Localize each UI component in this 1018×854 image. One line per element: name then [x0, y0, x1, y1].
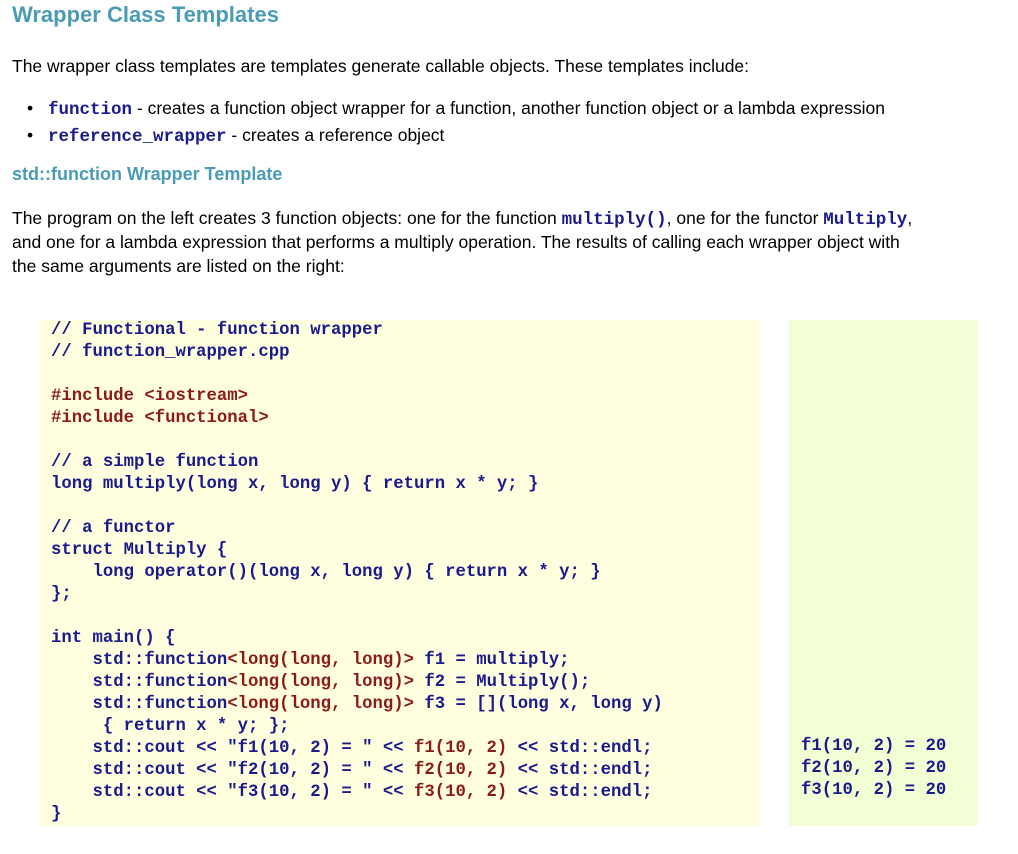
code-line: // a functor — [51, 519, 176, 538]
code-line: }; — [51, 585, 72, 604]
code-line: struct Multiply { — [51, 541, 228, 560]
code-line: // a simple function — [51, 453, 259, 472]
code-line: std::function<long(long, long)> f1 = mul… — [51, 651, 570, 670]
bullet-icon: • — [27, 125, 34, 145]
program-output: f1(10, 2) = 20 f2(10, 2) = 20 f3(10, 2) = … — [801, 736, 946, 802]
code-line: std::function<long(long, long)> f3 = [](… — [51, 695, 663, 714]
code-line: #include <functional> — [51, 409, 269, 428]
list-item-code: reference_wrapper — [48, 127, 227, 147]
desc-text: , — [907, 208, 913, 228]
list-item-text: - creates a reference object — [226, 125, 445, 145]
description-line-3: the same arguments are listed on the rig… — [12, 256, 345, 276]
desc-text: The program on the left creates 3 functi… — [12, 208, 562, 228]
desc-text: , one for the functor — [666, 208, 824, 228]
description-line-2: and one for a lambda expression that per… — [12, 232, 900, 252]
code-line: } — [51, 805, 62, 824]
code-listing-panel: // Functional - function wrapper // funct… — [39, 320, 759, 826]
desc-code-multiply-function: multiply() — [561, 210, 667, 230]
list-item-code: function — [48, 100, 133, 120]
code-line: // Functional - function wrapper — [51, 321, 383, 340]
output-line: f3(10, 2) = 20 — [801, 781, 947, 800]
code-line: long operator()(long x, long y) { return… — [51, 563, 601, 582]
code-line: // function_wrapper.cpp — [51, 343, 290, 362]
code-line: int main() { — [51, 629, 176, 648]
code-line: std::cout << "f2(10, 2) = " << f2(10, 2)… — [51, 761, 653, 780]
bullet-icon: • — [27, 98, 34, 118]
code-line: std::cout << "f1(10, 2) = " << f1(10, 2)… — [51, 739, 653, 758]
code-line: long multiply(long x, long y) { return x… — [51, 475, 539, 494]
template-list: • function - creates a function object wr… — [27, 96, 885, 150]
output-line: f1(10, 2) = 20 — [801, 737, 947, 756]
output-line: f2(10, 2) = 20 — [801, 759, 947, 778]
intro-paragraph: The wrapper class templates are template… — [12, 56, 750, 76]
code-line: std::cout << "f3(10, 2) = " << f3(10, 2)… — [51, 783, 653, 802]
description-line-1: The program on the left creates 3 functi… — [12, 206, 912, 232]
list-item: • function - creates a function object wr… — [27, 96, 885, 123]
page-title: Wrapper Class Templates — [12, 2, 279, 27]
section-title: std::function Wrapper Template — [12, 164, 283, 184]
list-item: • reference_wrapper - creates a reference… — [27, 123, 885, 150]
code-line: std::function<long(long, long)> f2 = Mul… — [51, 673, 591, 692]
code-listing: // Functional - function wrapper // funct… — [51, 320, 663, 826]
code-line: { return x * y; }; — [51, 717, 290, 736]
code-line: #include <iostream> — [51, 387, 249, 406]
list-item-text: - creates a function object wrapper for … — [132, 98, 885, 118]
desc-code-multiply-functor: Multiply — [823, 210, 908, 230]
output-panel: f1(10, 2) = 20 f2(10, 2) = 20 f3(10, 2) = … — [789, 320, 978, 826]
